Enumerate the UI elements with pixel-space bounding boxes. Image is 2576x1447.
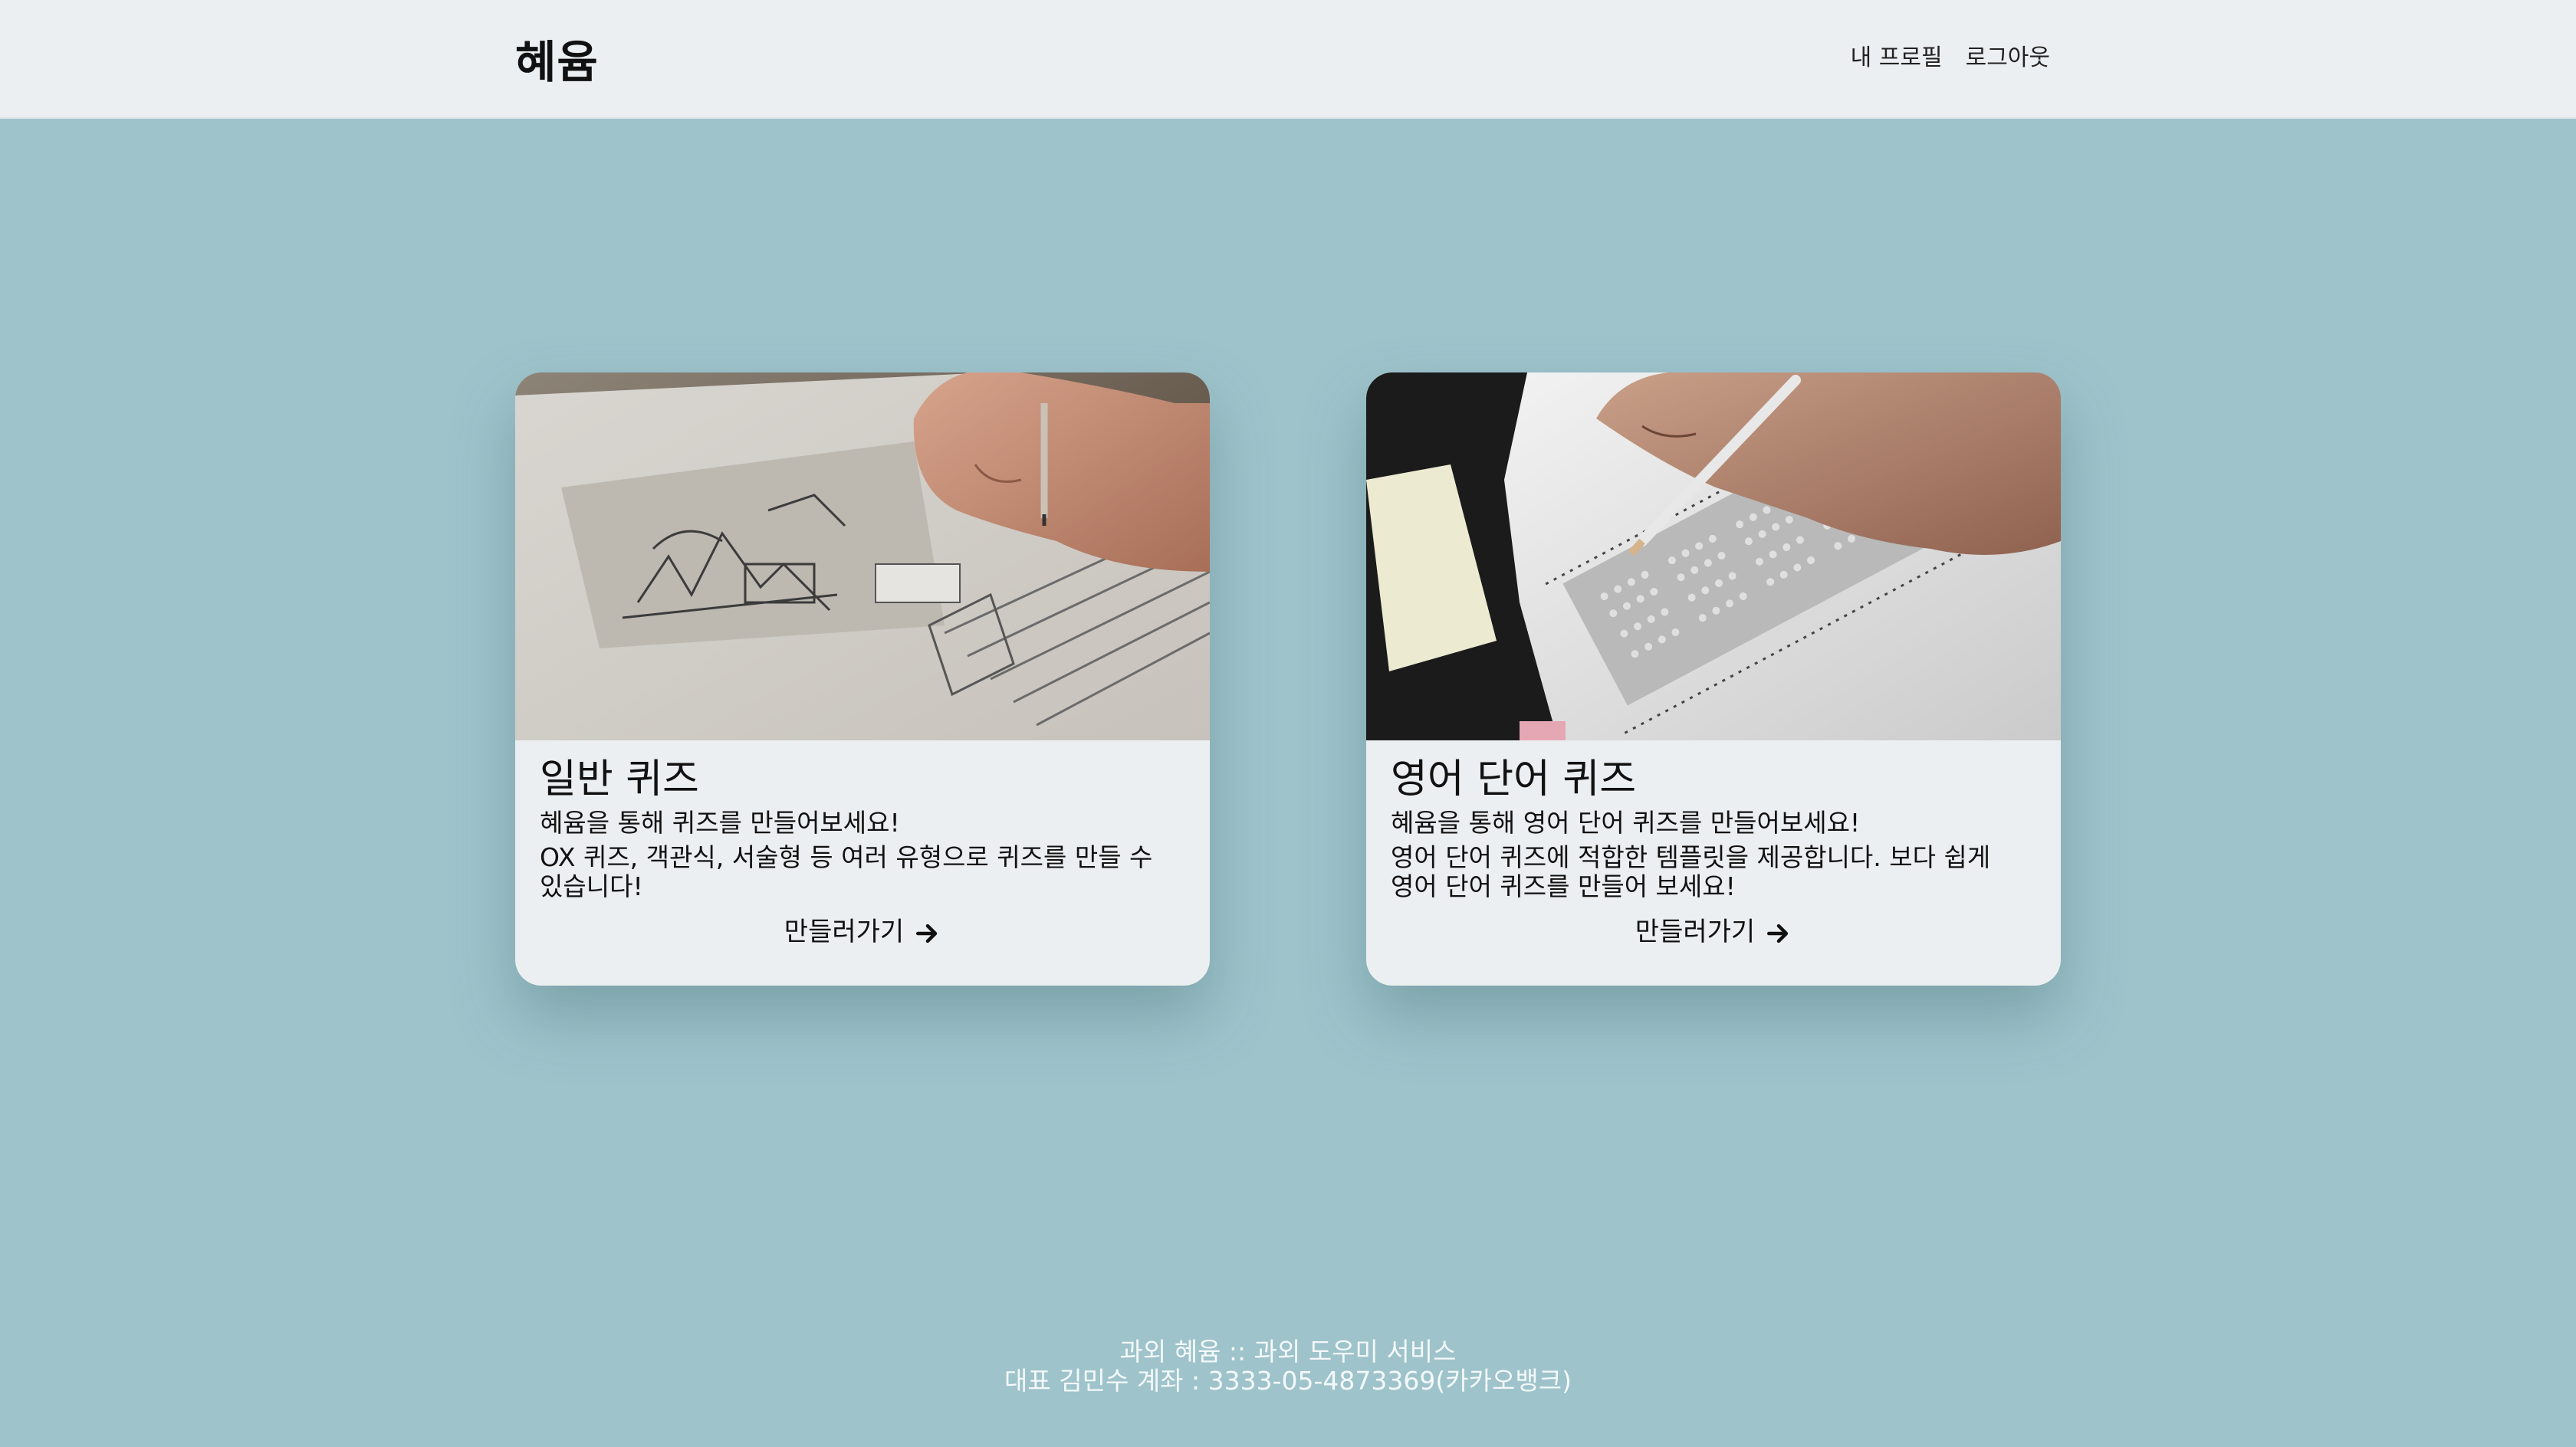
card-image-worksheet xyxy=(515,372,1210,740)
create-general-quiz-button[interactable]: 만들러가기 xyxy=(515,909,1210,955)
cta-label: 만들러가기 xyxy=(1635,917,1756,947)
arrow-right-icon xyxy=(1767,924,1789,943)
arrow-right-icon xyxy=(916,924,938,943)
footer-account-line: 대표 김민수 계좌 : 3333-05-4873369(카카오뱅크) xyxy=(1004,1366,1572,1396)
footer-service-line: 과외 혜윰 :: 과외 도우미 서비스 xyxy=(1119,1337,1457,1367)
create-english-quiz-button[interactable]: 만들러가기 xyxy=(1366,909,2061,955)
card-subtitle: 혜윰을 통해 퀴즈를 만들어보세요! xyxy=(540,808,900,838)
card-title: 일반 퀴즈 xyxy=(540,756,699,802)
card-description: OX 퀴즈, 객관식, 서술형 등 여러 유형으로 퀴즈를 만들 수 있습니다! xyxy=(540,842,1153,901)
nav-links: 내 프로필 로그아웃 xyxy=(1851,38,2050,72)
top-navbar: 혜윰 내 프로필 로그아웃 xyxy=(0,0,2576,119)
card-body: 영어 단어 퀴즈 혜윰을 통해 영어 단어 퀴즈를 만들어보세요! 영어 단어 … xyxy=(1391,756,2036,901)
card-title: 영어 단어 퀴즈 xyxy=(1391,756,1637,802)
quiz-cards: 일반 퀴즈 혜윰을 통해 퀴즈를 만들어보세요! OX 퀴즈, 객관식, 서술형… xyxy=(515,372,2061,986)
card-description: 영어 단어 퀴즈에 적합한 템플릿을 제공합니다. 보다 쉽게 영어 단어 퀴즈… xyxy=(1391,842,1991,901)
card-subtitle: 혜윰을 통해 영어 단어 퀴즈를 만들어보세요! xyxy=(1391,808,1861,838)
cta-label: 만들러가기 xyxy=(784,917,905,947)
card-image-answer-sheet xyxy=(1366,372,2061,740)
brand-logo[interactable]: 혜윰 xyxy=(515,26,599,90)
english-word-quiz-card: 영어 단어 퀴즈 혜윰을 통해 영어 단어 퀴즈를 만들어보세요! 영어 단어 … xyxy=(1366,372,2061,986)
general-quiz-card: 일반 퀴즈 혜윰을 통해 퀴즈를 만들어보세요! OX 퀴즈, 객관식, 서술형… xyxy=(515,372,1210,986)
nav-logout-link[interactable]: 로그아웃 xyxy=(1966,38,2050,72)
nav-profile-link[interactable]: 내 프로필 xyxy=(1851,38,1943,72)
card-body: 일반 퀴즈 혜윰을 통해 퀴즈를 만들어보세요! OX 퀴즈, 객관식, 서술형… xyxy=(540,756,1185,901)
footer: 과외 혜윰 :: 과외 도우미 서비스 대표 김민수 계좌 : 3333-05-… xyxy=(0,1337,2576,1396)
